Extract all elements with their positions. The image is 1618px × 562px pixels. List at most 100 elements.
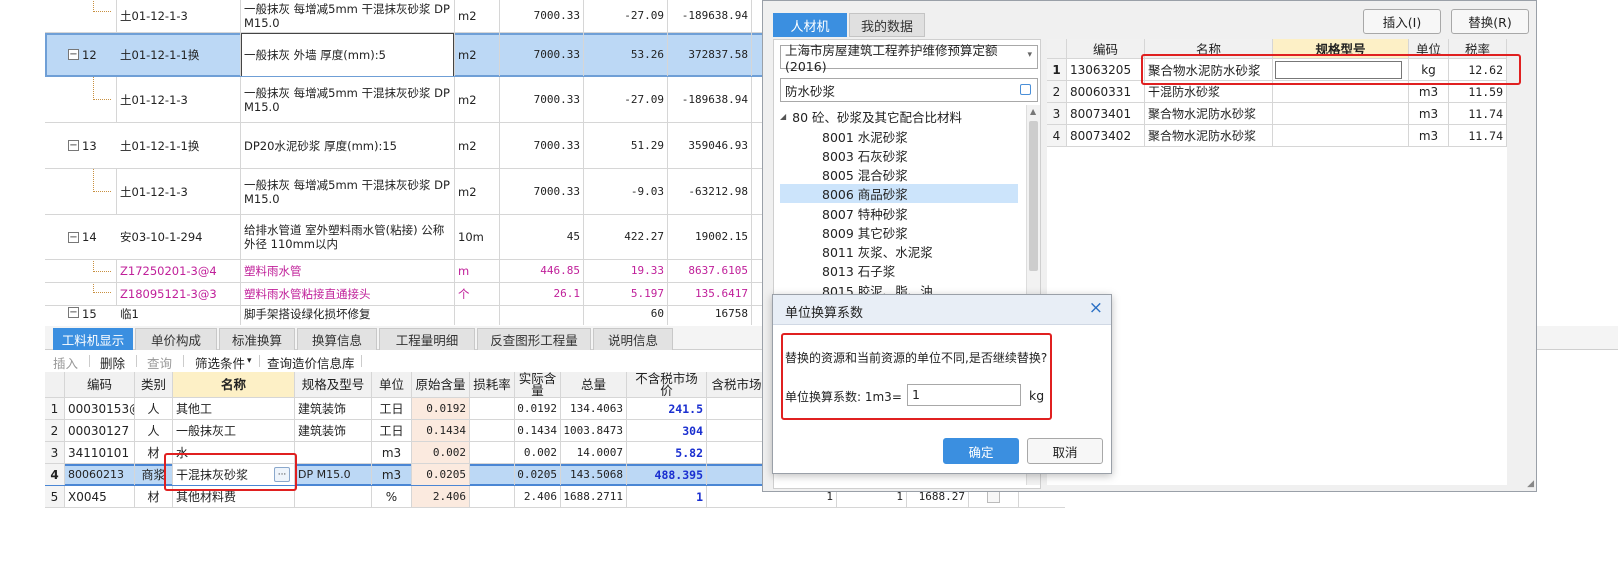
query-button[interactable]: 查询 <box>147 353 172 372</box>
column-header[interactable]: 单位 <box>372 372 412 397</box>
index-header <box>1047 39 1067 58</box>
chevron-down-icon[interactable]: ▾ <box>247 356 252 366</box>
loss-rate-cell <box>470 398 515 419</box>
tab-my-data[interactable]: 我的数据 <box>849 13 925 37</box>
column-header[interactable]: 规格及型号 <box>295 372 372 397</box>
insert-button[interactable]: 插入 <box>53 353 78 372</box>
filter-button[interactable]: 筛选条件 <box>195 353 245 372</box>
tree-item[interactable]: 8003 石灰砂浆 <box>820 146 1018 165</box>
column-header[interactable]: 规格型号 <box>1273 39 1409 58</box>
table-row-selected[interactable]: 1 13063205 聚合物水泥防水砂浆 kg 12.62 <box>1047 59 1507 81</box>
collapse-icon[interactable]: − <box>68 307 79 318</box>
name-cell: 水 <box>173 442 295 463</box>
name-cell: 一般抹灰 每增减5mm 干混抹灰砂浆 DP M15.0 <box>241 0 455 32</box>
total-cell: 359046.93 <box>668 123 752 168</box>
table-row[interactable]: 土01-12-1-3 一般抹灰 每增减5mm 干混抹灰砂浆 DP M15.0 m… <box>45 0 785 33</box>
ellipsis-icon[interactable]: ··· <box>274 467 290 482</box>
tab-unit-price[interactable]: 单价构成 <box>135 328 217 350</box>
replace-button[interactable]: 替换(R) <box>1451 9 1529 34</box>
tab-labor-material[interactable]: 工料机显示 <box>53 328 133 350</box>
column-header[interactable]: 编码 <box>65 372 135 397</box>
table-row[interactable]: Z18095121-3@3 塑料雨水管粘接直通接头 个 26.1 5.197 1… <box>45 283 785 306</box>
code-cell: Z17250201-3@4 <box>117 260 241 282</box>
code-cell: 土01-12-1-3 <box>117 77 241 122</box>
column-header[interactable]: 不含税市场价 <box>627 372 707 397</box>
tree-item[interactable]: 8007 特种砂浆 <box>820 204 1018 223</box>
column-header[interactable]: 损耗率 <box>470 372 515 397</box>
total-cell: -189638.94 <box>668 0 752 32</box>
actual-qty-cell: 0.1434 <box>515 420 561 441</box>
insert-button[interactable]: 插入(I) <box>1363 9 1441 34</box>
collapse-icon[interactable]: − <box>68 49 79 60</box>
loss-rate-cell <box>470 420 515 441</box>
column-header[interactable]: 单位 <box>1409 39 1449 58</box>
tree-cell <box>45 77 117 122</box>
cancel-button[interactable]: 取消 <box>1027 438 1103 464</box>
table-row-selected[interactable]: −12 土01-12-1-1换 一般抹灰 外墙 厚度(mm):5 m2 7000… <box>45 33 785 77</box>
tree-cell <box>45 0 117 32</box>
tab-reverse-graphic[interactable]: 反查图形工程量 <box>477 328 591 350</box>
column-header[interactable]: 类别 <box>135 372 173 397</box>
table-row[interactable]: 土01-12-1-3 一般抹灰 每增减5mm 干混抹灰砂浆 DP M15.0 m… <box>45 77 785 123</box>
tab-conversion-info[interactable]: 换算信息 <box>297 328 377 350</box>
column-header[interactable]: 总量 <box>561 372 627 397</box>
scroll-up-icon[interactable]: ▲ <box>1030 107 1036 116</box>
table-row[interactable]: −13 土01-12-1-1换 DP20水泥砂浆 厚度(mm):15 m2 70… <box>45 123 785 169</box>
tree-item-selected[interactable]: 8006 商品砂浆 <box>780 184 1018 203</box>
name-cell: 一般抹灰 每增减5mm 干混抹灰砂浆 DP M15.0 <box>241 169 455 214</box>
tree-item[interactable]: 8005 混合砂浆 <box>820 165 1018 184</box>
scrollbar-thumb[interactable] <box>1029 121 1038 271</box>
name-editor[interactable]: 一般抹灰 外墙 厚度(mm):5 <box>241 33 454 76</box>
factor-input[interactable]: 1 <box>907 384 1021 406</box>
confirm-button[interactable]: 确定 <box>943 438 1019 464</box>
tree-item[interactable]: 8001 水泥砂浆 <box>820 127 1018 146</box>
column-header[interactable]: 实际含量 <box>515 372 561 397</box>
tab-quantity-detail[interactable]: 工程量明细 <box>379 328 475 350</box>
column-header[interactable]: 名称 <box>173 372 295 397</box>
quota-select[interactable]: 上海市房屋建筑工程养护维修预算定额(2016) ▾ <box>780 43 1038 74</box>
column-header[interactable]: 含税市场 <box>707 372 767 397</box>
unit-cell: m3 <box>372 464 412 485</box>
category-cell: 人 <box>135 420 173 441</box>
column-header[interactable]: 名称 <box>1145 39 1273 58</box>
column-header[interactable]: 编码 <box>1067 39 1145 58</box>
tab-description[interactable]: 说明信息 <box>593 328 673 350</box>
table-row[interactable]: 2 80060331 干混防水砂浆 m3 11.59 <box>1047 81 1507 103</box>
close-icon[interactable]: × <box>1089 298 1103 318</box>
table-row[interactable]: 4 80073402 聚合物水泥防水砂浆 m3 11.74 <box>1047 125 1507 147</box>
table-header: 编码 名称 规格型号 单位 税率 <box>1047 39 1507 59</box>
resize-grip-icon[interactable]: ◢ <box>1527 479 1534 489</box>
price-library-button[interactable]: 查询造价信息库 <box>267 353 355 372</box>
name-editor[interactable]: 干混抹灰砂浆 ··· <box>173 464 295 485</box>
tree-item[interactable]: 8009 其它砂浆 <box>820 223 1018 242</box>
name-cell[interactable]: 一般抹灰 外墙 厚度(mm):5 <box>241 33 455 76</box>
collapse-icon[interactable]: − <box>68 140 79 151</box>
tab-standard-conversion[interactable]: 标准换算 <box>219 328 295 350</box>
column-header[interactable]: 原始含量 <box>412 372 470 397</box>
original-qty-cell: 0.002 <box>412 442 470 463</box>
name-cell: DP20水泥砂浆 厚度(mm):15 <box>241 123 455 168</box>
table-row[interactable]: 土01-12-1-3 一般抹灰 每增减5mm 干混抹灰砂浆 DP M15.0 m… <box>45 169 785 215</box>
table-row[interactable]: −15 临1 脚手架搭设绿化损坏修复 60 16758 <box>45 306 785 325</box>
tax-price-cell <box>707 464 767 485</box>
tree-item[interactable]: 8011 灰浆、水泥浆 <box>820 242 1018 261</box>
table-row[interactable]: 3 80073401 聚合物水泥防水砂浆 m3 11.74 <box>1047 103 1507 125</box>
unit-cell: m3 <box>1409 125 1449 146</box>
rate-cell: 11.59 <box>1449 81 1507 102</box>
code-cell: 安03-10-1-294 <box>117 215 241 259</box>
column-header[interactable]: 税率 <box>1449 39 1507 58</box>
table-row[interactable]: −14 安03-10-1-294 给排水管道 室外塑料雨水管(粘接) 公称外径 … <box>45 215 785 260</box>
delete-button[interactable]: 删除 <box>100 353 125 372</box>
search-input[interactable]: 防水砂浆 <box>780 78 1038 102</box>
total-cell: -63212.98 <box>668 169 752 214</box>
spec-cell[interactable] <box>1273 59 1409 80</box>
tree-root[interactable]: ◢ 80 砼、砂浆及其它配合比材料 <box>780 107 962 126</box>
collapse-icon[interactable]: − <box>68 231 79 243</box>
collapse-triangle-icon[interactable]: ◢ <box>780 112 786 121</box>
spec-editor[interactable] <box>1275 60 1402 79</box>
tab-labor-material-library[interactable]: 人材机 <box>773 13 847 37</box>
table-row[interactable]: Z17250201-3@4 塑料雨水管 m 446.85 19.33 8637.… <box>45 260 785 283</box>
filter-icon[interactable] <box>1020 84 1031 95</box>
tree-item[interactable]: 8013 石子浆 <box>820 261 1018 280</box>
category-cell: 材 <box>135 486 173 507</box>
